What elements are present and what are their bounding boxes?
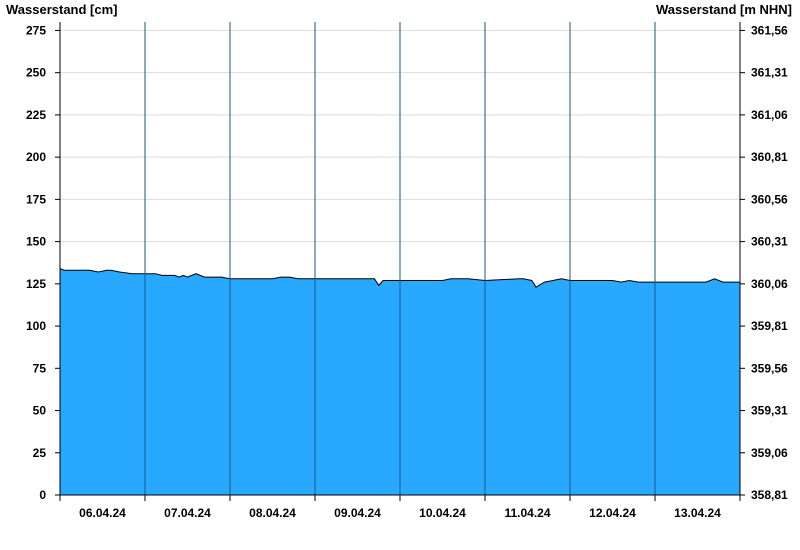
x-tick-label: 07.04.24 (164, 506, 211, 520)
left-tick-label: 75 (33, 361, 47, 375)
left-tick-label: 200 (26, 150, 46, 164)
left-tick-label: 50 (33, 404, 47, 418)
x-tick-label: 11.04.24 (504, 506, 550, 520)
right-tick-label: 361,31 (751, 66, 788, 80)
left-tick-label: 175 (26, 192, 46, 206)
right-tick-label: 361,06 (751, 108, 788, 122)
right-tick-label: 360,31 (751, 235, 788, 249)
right-tick-label: 360,81 (751, 150, 788, 164)
x-tick-label: 08.04.24 (249, 506, 296, 520)
right-tick-label: 360,56 (751, 192, 788, 206)
right-tick-label: 360,06 (751, 277, 788, 291)
right-axis-title: Wasserstand [m NHN] (656, 2, 792, 17)
left-tick-label: 125 (26, 277, 46, 291)
left-tick-label: 250 (26, 66, 46, 80)
left-tick-label: 100 (26, 319, 46, 333)
left-tick-label: 25 (33, 446, 47, 460)
x-axis-ticks: 06.04.24 07.04.24 08.04.24 09.04.24 10.04.24… (59, 495, 741, 520)
right-axis-ticks: 358,81 359,06 359,31 359,56 359,81 360,06 360,… (740, 23, 788, 502)
right-tick-label: 358,81 (751, 488, 788, 502)
x-tick-label: 09.04.24 (334, 506, 381, 520)
right-tick-label: 359,06 (751, 446, 788, 460)
right-tick-label: 359,81 (751, 319, 788, 333)
left-tick-label: 275 (26, 23, 46, 37)
right-tick-label: 361,56 (751, 23, 788, 37)
right-tick-label: 359,56 (751, 361, 788, 375)
left-axis-ticks: 0 25 50 75 100 125 150 175 200 225 250 275 (26, 23, 60, 502)
x-tick-label: 12.04.24 (589, 506, 636, 520)
left-tick-label: 225 (26, 108, 46, 122)
x-tick-label: 13.04.24 (674, 506, 721, 520)
x-tick-label: 06.04.24 (79, 506, 126, 520)
left-tick-label: 150 (26, 235, 46, 249)
left-tick-label: 0 (39, 488, 46, 502)
left-axis-title: Wasserstand [cm] (6, 2, 118, 17)
x-tick-label: 10.04.24 (419, 506, 466, 520)
water-level-chart: 0255075100125150175200225250275 358,8135… (6, 2, 792, 520)
right-tick-label: 359,31 (751, 404, 788, 418)
